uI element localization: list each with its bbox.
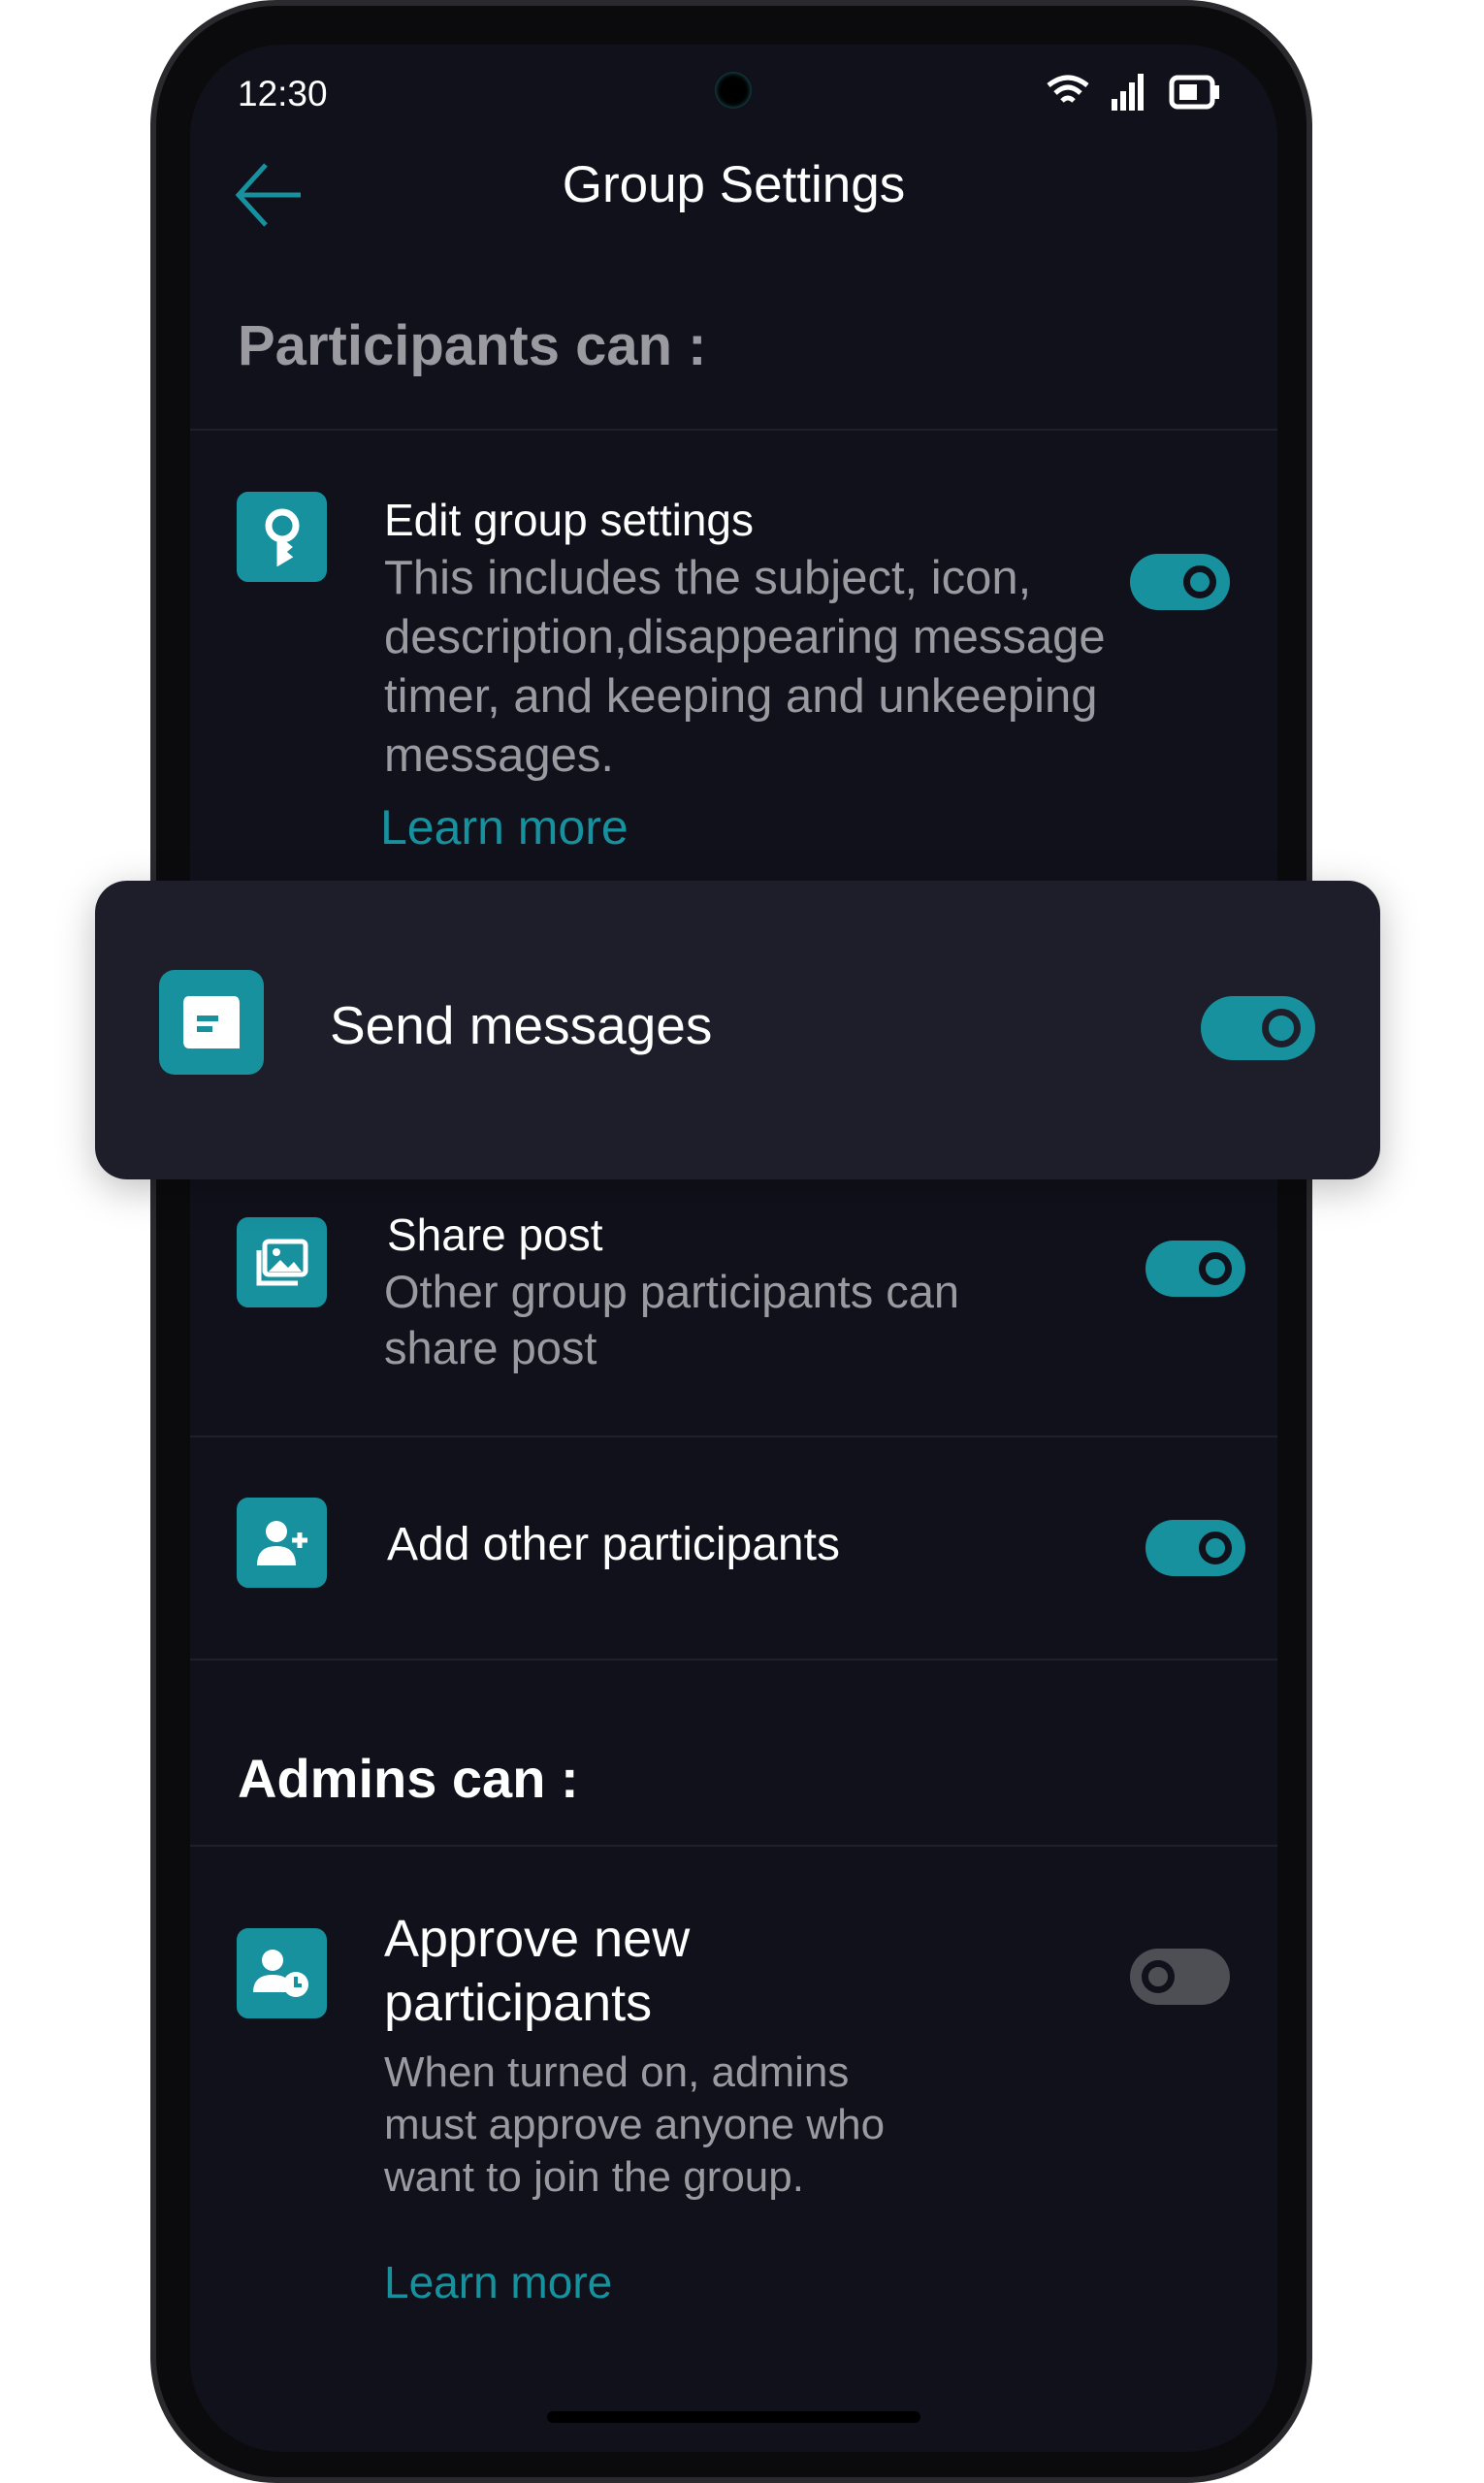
add-user-icon <box>237 1498 327 1588</box>
user-clock-icon <box>237 1928 327 2018</box>
send-messages-toggle[interactable] <box>1201 996 1315 1060</box>
approve-participants-toggle[interactable] <box>1130 1949 1230 2005</box>
item-title: Approve new participants <box>384 1910 691 2032</box>
message-icon <box>159 970 264 1075</box>
image-icon <box>237 1217 327 1307</box>
status-time: 12:30 <box>238 74 328 113</box>
section-heading-admins: Admins can : <box>238 1748 579 1809</box>
camera-icon <box>715 72 752 109</box>
divider <box>190 429 1277 431</box>
item-title: Edit group settings <box>384 495 755 545</box>
section-heading-participants: Participants can : <box>238 314 707 377</box>
battery-icon <box>1169 75 1219 110</box>
item-description: This includes the subject, icon, descrip… <box>384 552 1106 782</box>
item-title: Add other participants <box>387 1519 840 1570</box>
wifi-icon <box>1047 75 1089 103</box>
edit-group-settings-toggle[interactable] <box>1130 554 1230 610</box>
share-post-toggle[interactable] <box>1145 1241 1245 1297</box>
page-title: Group Settings <box>562 156 906 213</box>
screen: 12:30 Group Settings Participants can : … <box>190 45 1277 2452</box>
signal-icon <box>1112 74 1144 111</box>
divider <box>190 1659 1277 1661</box>
add-participants-toggle[interactable] <box>1145 1520 1245 1576</box>
item-title: Send messages <box>330 995 713 1055</box>
home-indicator[interactable] <box>547 2411 920 2423</box>
divider <box>190 1435 1277 1437</box>
item-description: Other group participants can share post <box>384 1266 960 1373</box>
learn-more-link[interactable]: Learn more <box>380 803 629 852</box>
item-title: Share post <box>387 1209 603 1260</box>
learn-more-link[interactable]: Learn more <box>384 2260 612 2305</box>
status-icons <box>1047 74 1219 111</box>
key-icon <box>237 492 327 582</box>
send-messages-card: Send messages <box>95 881 1380 1179</box>
item-description: When turned on, admins must approve anyo… <box>384 2048 886 2201</box>
divider <box>190 1845 1277 1847</box>
